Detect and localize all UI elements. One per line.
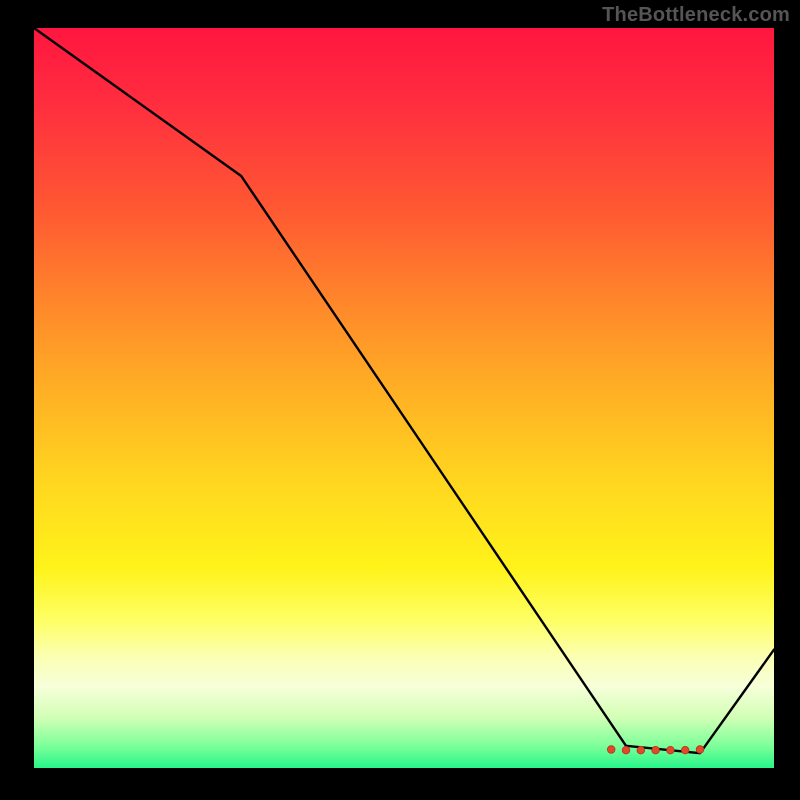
chart-svg (34, 28, 774, 768)
plateau-dot (637, 746, 645, 754)
plot-area (34, 28, 774, 768)
watermark-text: TheBottleneck.com (602, 4, 790, 27)
plateau-dot (607, 746, 615, 754)
plateau-dot (696, 746, 704, 754)
plateau-dot (622, 746, 630, 754)
line-series-curve (34, 28, 774, 753)
plateau-dot (681, 746, 689, 754)
plateau-dot (667, 746, 675, 754)
chart-frame: TheBottleneck.com (0, 0, 800, 800)
plateau-dot (652, 746, 660, 754)
